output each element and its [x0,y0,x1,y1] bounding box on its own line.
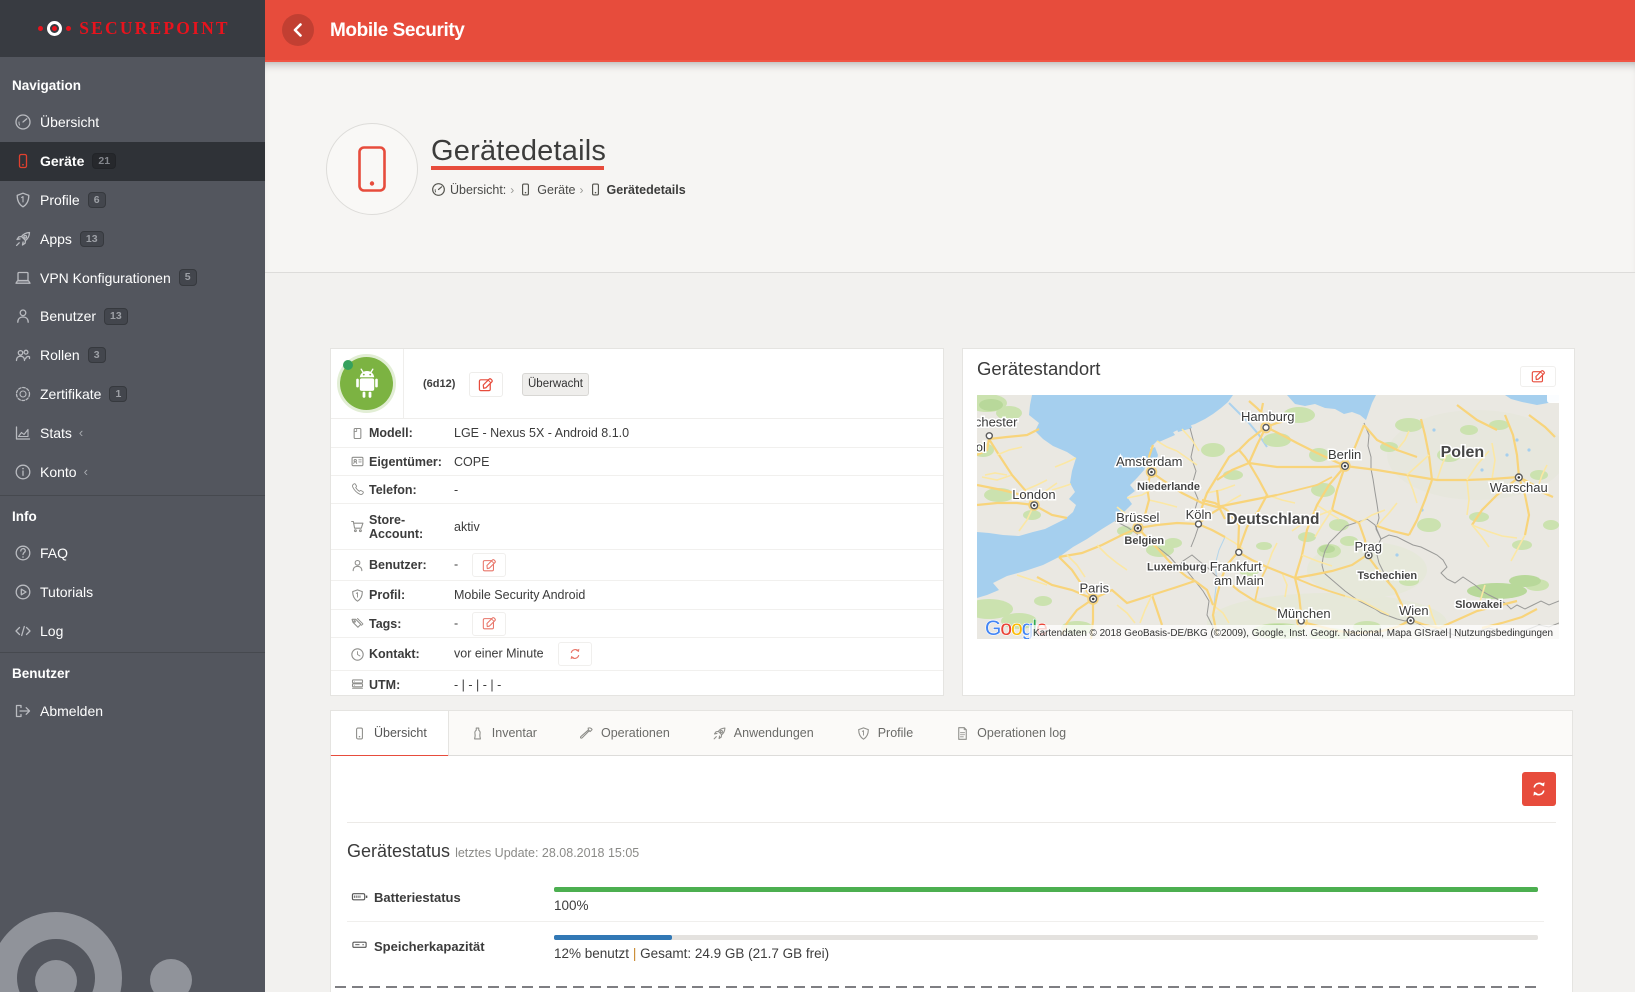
svg-text:ool: ool [977,440,986,455]
svg-text:nchester: nchester [977,415,1018,430]
svg-text:Hamburg: Hamburg [1241,409,1294,424]
svg-text:am Main: am Main [1214,573,1264,588]
svg-text:Warschau: Warschau [1490,480,1548,495]
svg-text:Tschechien: Tschechien [1357,570,1417,582]
svg-text:Niederlande: Niederlande [1137,481,1200,493]
svg-text:Deutschland: Deutschland [1226,511,1319,528]
svg-text:München: München [1277,606,1330,621]
svg-text:Berlin: Berlin [1328,447,1361,462]
svg-text:Wien: Wien [1399,603,1429,618]
svg-text:London: London [1012,487,1055,502]
svg-text:Paris: Paris [1080,581,1110,596]
svg-text:Kartendaten © 2018 GeoBasis-DE: Kartendaten © 2018 GeoBasis-DE/BKG (©200… [1033,628,1448,639]
svg-text:Frankfurt: Frankfurt [1210,559,1262,574]
svg-text:Brüssel: Brüssel [1116,510,1159,525]
svg-text:Belgien: Belgien [1124,535,1164,547]
svg-text:Slowakei: Slowakei [1455,599,1502,611]
svg-text:Köln: Köln [1186,507,1212,522]
svg-text:| Nutzungsbedingungen: | Nutzungsbedingungen [1449,628,1553,639]
svg-text:Prag: Prag [1355,539,1382,554]
svg-text:Polen: Polen [1441,444,1485,461]
svg-text:Amsterdam: Amsterdam [1116,454,1182,469]
svg-text:Luxemburg: Luxemburg [1147,562,1207,574]
